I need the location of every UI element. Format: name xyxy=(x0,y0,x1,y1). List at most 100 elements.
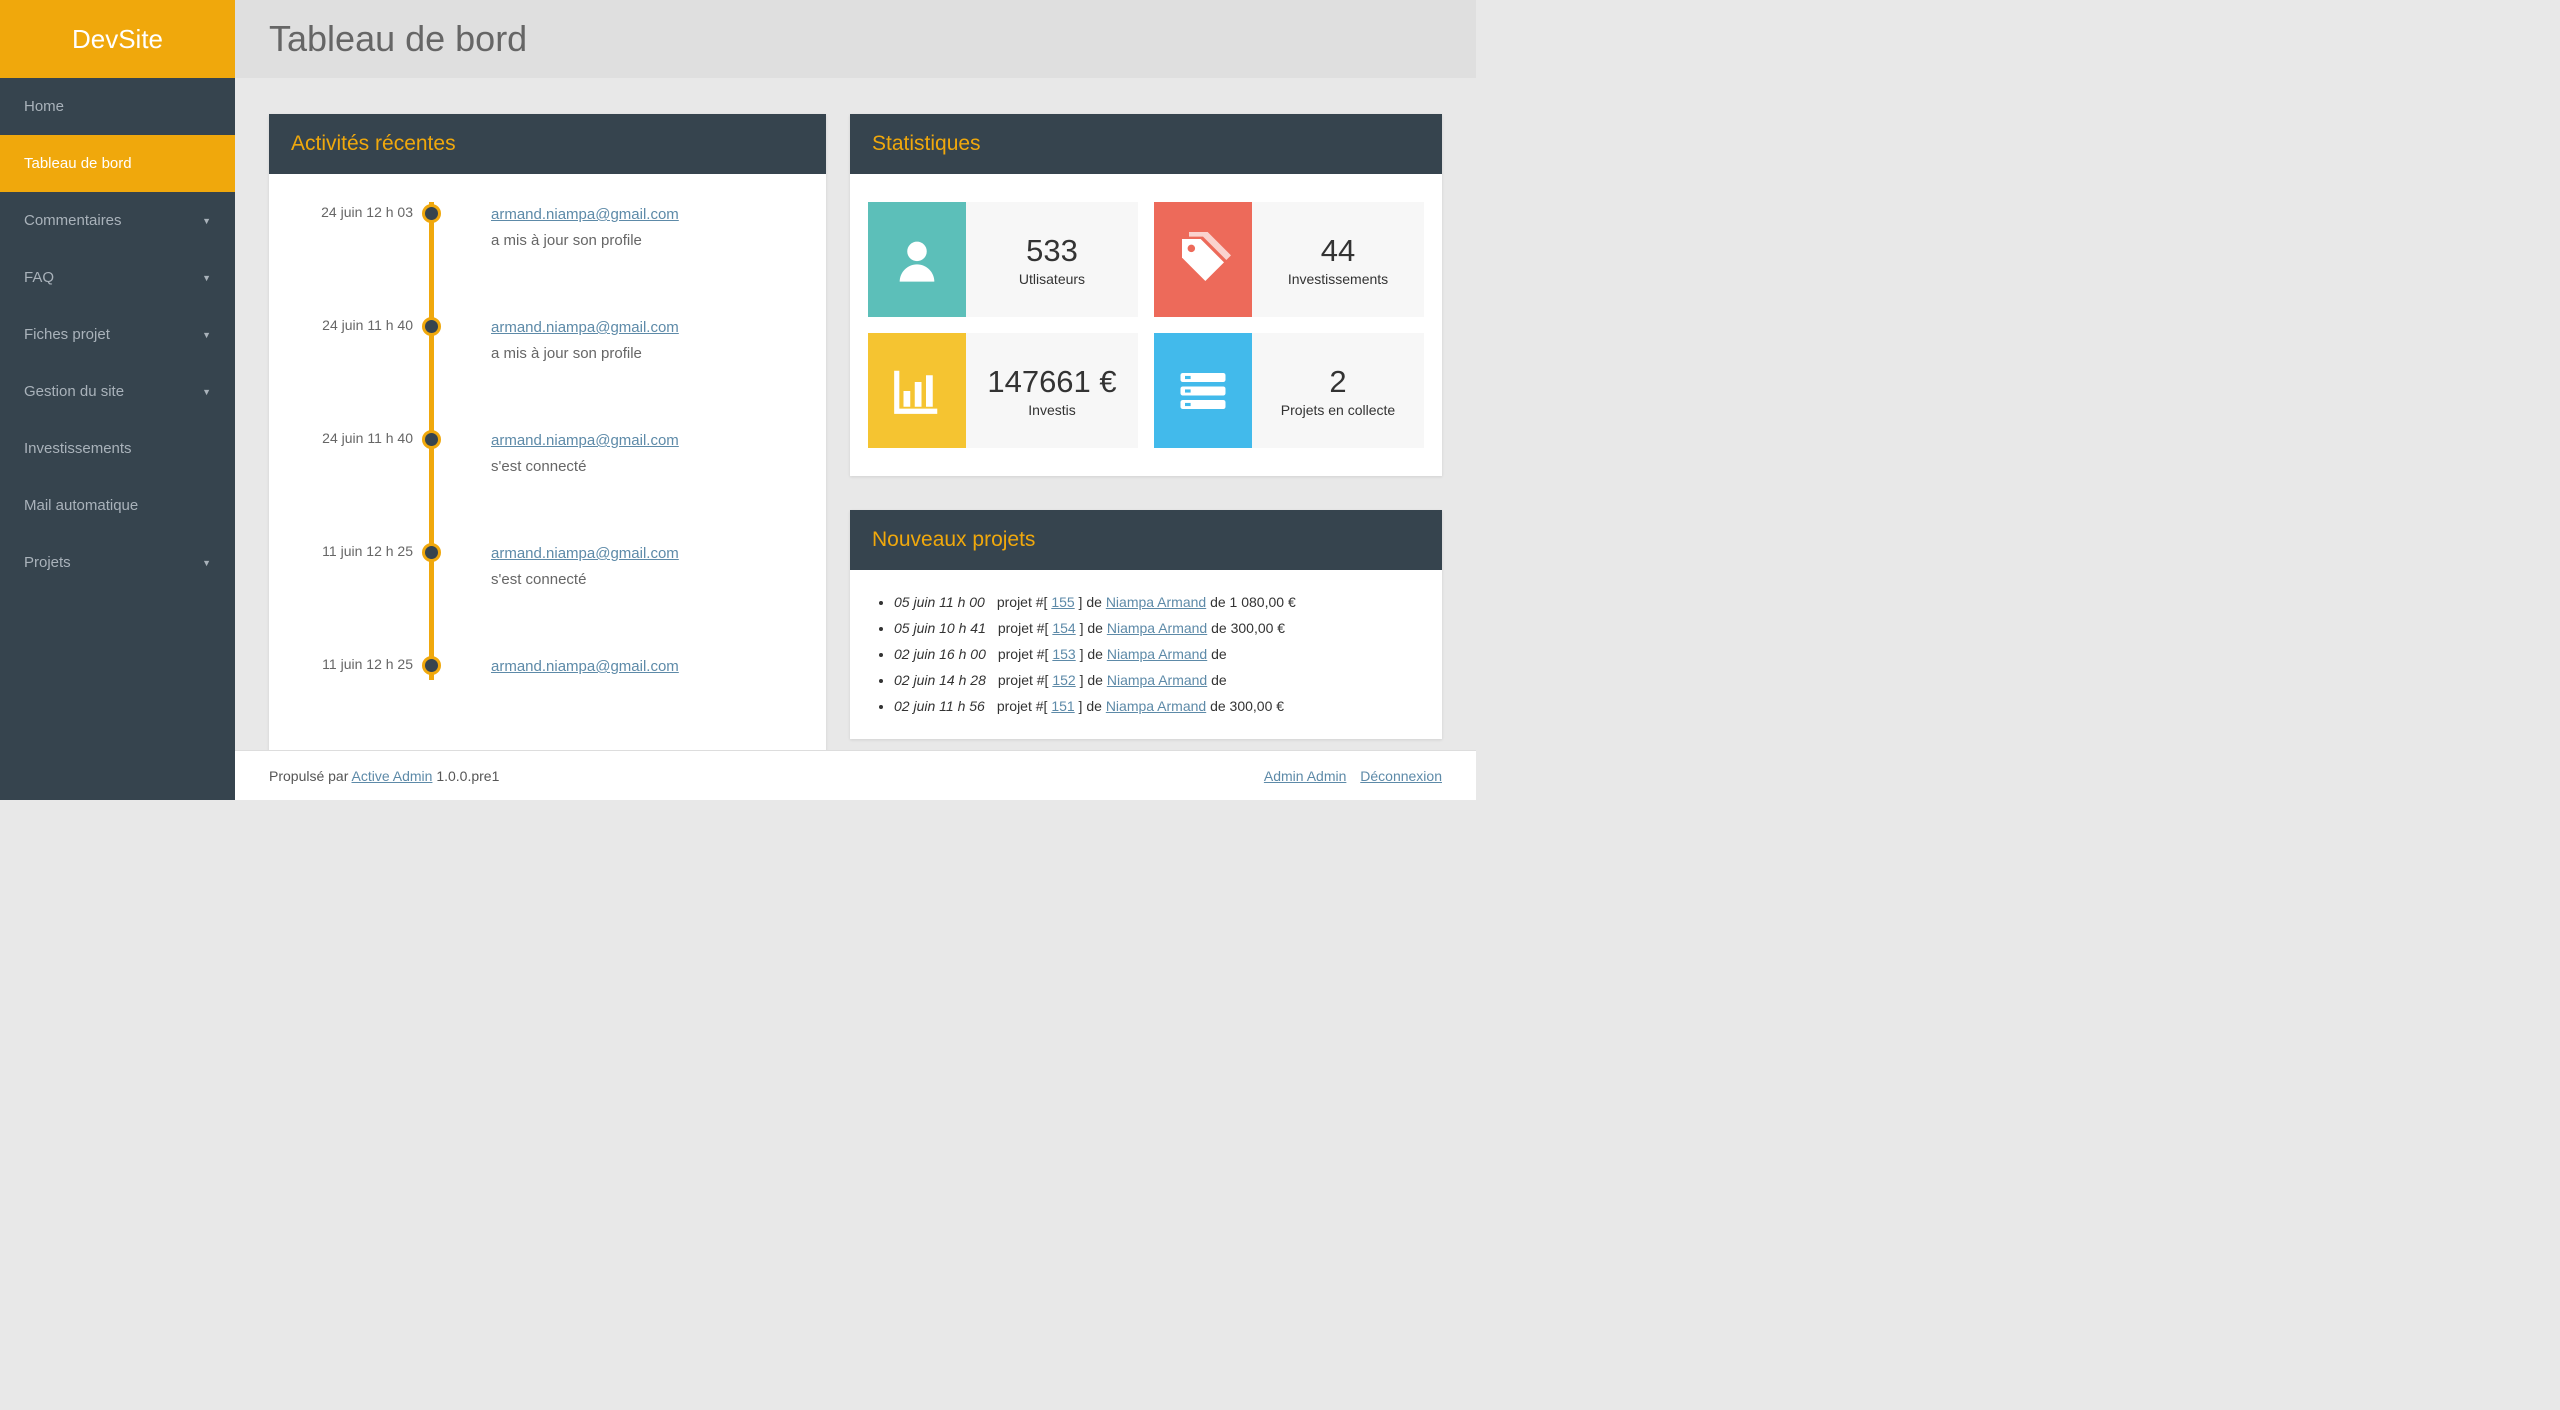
project-prefix: projet #[ xyxy=(998,620,1052,636)
project-mid: ] de xyxy=(1076,620,1107,636)
activity-date: 24 juin 11 h 40 xyxy=(289,315,413,366)
nav-item-label: Projets xyxy=(24,554,71,571)
project-id-link[interactable]: 152 xyxy=(1052,672,1075,688)
activity-action: s'est connecté xyxy=(491,458,586,475)
activity-user-link[interactable]: armand.niampa@gmail.com xyxy=(491,432,679,449)
nav-item-home[interactable]: Home xyxy=(0,78,235,135)
project-date: 05 juin 11 h 00 xyxy=(894,594,985,610)
activity-action: a mis à jour son profile xyxy=(491,345,642,362)
activity-date: 24 juin 12 h 03 xyxy=(289,202,413,253)
sidebar: DevSite Home Tableau de bord Commentaires ▼… xyxy=(0,0,235,800)
topbar: Tableau de bord xyxy=(235,0,1476,78)
activity-date: 11 juin 12 h 25 xyxy=(289,541,413,592)
project-item: 02 juin 14 h 28projet #[ 152 ] de Niampa… xyxy=(894,668,1416,694)
project-prefix: projet #[ xyxy=(998,646,1052,662)
project-mid: ] de xyxy=(1076,672,1107,688)
project-date: 02 juin 11 h 56 xyxy=(894,698,985,714)
timeline-item: 24 juin 12 h 03armand.niampa@gmail.coma … xyxy=(289,202,806,253)
timeline-dot-icon xyxy=(422,543,441,562)
chevron-down-icon: ▼ xyxy=(202,216,211,226)
project-suffix: de 300,00 € xyxy=(1207,620,1285,636)
footer-powered-prefix: Propulsé par xyxy=(269,768,352,784)
nav-item-projets[interactable]: Projets ▼ xyxy=(0,534,235,591)
timeline-dot-icon xyxy=(422,317,441,336)
stat-value: 533 xyxy=(1026,233,1078,269)
timeline-item: 24 juin 11 h 40 armand.niampa@gmail.com a … xyxy=(289,315,806,366)
chevron-down-icon: ▼ xyxy=(202,558,211,568)
brand-logo[interactable]: DevSite xyxy=(0,0,235,78)
stat-value: 2 xyxy=(1329,364,1346,400)
footer-powered-link[interactable]: Active Admin xyxy=(352,768,433,784)
project-owner-link[interactable]: Niampa Armand xyxy=(1106,594,1206,610)
stat-info: 44 Investissements xyxy=(1252,202,1424,317)
page-title: Tableau de bord xyxy=(269,18,527,60)
project-owner-link[interactable]: Niampa Armand xyxy=(1107,620,1207,636)
stat-card-investissements[interactable]: 44 Investissements xyxy=(1154,202,1424,317)
project-prefix: projet #[ xyxy=(997,698,1051,714)
activities-panel: Activités récentes 24 juin 12 h 03 armand… xyxy=(269,114,826,750)
nav-item-label: Home xyxy=(24,98,64,115)
stats-title: Statistiques xyxy=(850,114,1442,174)
timeline-dot-icon xyxy=(422,204,441,223)
nav-item-commentaires[interactable]: Commentaires ▼ xyxy=(0,192,235,249)
project-owner-link[interactable]: Niampa Armand xyxy=(1106,698,1206,714)
nav-item-label: Commentaires xyxy=(24,212,122,229)
project-id-link[interactable]: 151 xyxy=(1051,698,1074,714)
stat-value: 44 xyxy=(1321,233,1355,269)
projects-panel: Nouveaux projets 05 juin 11 h 00 projet #… xyxy=(850,510,1442,739)
project-mid: ] de xyxy=(1075,698,1106,714)
nav-item-investissements[interactable]: Investissements xyxy=(0,420,235,477)
stat-value: 147661 € xyxy=(987,364,1116,400)
stat-label: Projets en collecte xyxy=(1281,402,1395,418)
footer: Propulsé par Active Admin 1.0.0.pre1 Adm… xyxy=(235,750,1476,800)
nav-item-mail-automatique[interactable]: Mail automatique xyxy=(0,477,235,534)
activity-user-link[interactable]: armand.niampa@gmail.com xyxy=(491,319,679,336)
projects-title: Nouveaux projets xyxy=(850,510,1442,570)
project-id-link[interactable]: 153 xyxy=(1052,646,1075,662)
nav-item-label: Fiches projet xyxy=(24,326,110,343)
stat-card-utlisateurs[interactable]: 533 Utlisateurs xyxy=(868,202,1138,317)
nav-item-gestion-du-site[interactable]: Gestion du site▼ xyxy=(0,363,235,420)
timeline-dot-icon xyxy=(422,656,441,675)
project-item: 02 juin 16 h 00projet #[ 153 ] de Niampa… xyxy=(894,642,1416,668)
stat-card-projets-en-collecte[interactable]: 2 Projets en collecte xyxy=(1154,333,1424,448)
timeline-item: 11 juin 12 h 25armand.niampa@gmail.coms'… xyxy=(289,541,806,592)
project-date: 05 juin 10 h 41 xyxy=(894,620,986,636)
chart-icon xyxy=(868,333,966,448)
activity-user-link[interactable]: armand.niampa@gmail.com xyxy=(491,658,679,675)
stat-info: 147661 €Investis xyxy=(966,333,1138,448)
nav-item-tableau-de-bord[interactable]: Tableau de bord xyxy=(0,135,235,192)
project-id-link[interactable]: 155 xyxy=(1051,594,1074,610)
stat-info: 2 Projets en collecte xyxy=(1252,333,1424,448)
footer-user-link[interactable]: Admin Admin xyxy=(1264,768,1346,784)
nav-item-label: Investissements xyxy=(24,440,132,457)
user-icon xyxy=(868,202,966,317)
project-owner-link[interactable]: Niampa Armand xyxy=(1107,646,1207,662)
stats-grid: 533 Utlisateurs 44 Investissements 147661 €I… xyxy=(850,174,1442,476)
nav-item-fiches-projet[interactable]: Fiches projet▼ xyxy=(0,306,235,363)
timeline-dot-icon xyxy=(422,430,441,449)
stat-label: Utlisateurs xyxy=(1019,271,1085,287)
stat-label: Investissements xyxy=(1288,271,1388,287)
project-item: 05 juin 10 h 41 projet #[ 154 ] de Niampa… xyxy=(894,616,1416,642)
nav-item-faq[interactable]: FAQ ▼ xyxy=(0,249,235,306)
stat-card-investis[interactable]: 147661 €Investis xyxy=(868,333,1138,448)
timeline: 24 juin 12 h 03 armand.niampa@gmail.com a … xyxy=(289,202,806,680)
nav: Home Tableau de bord Commentaires ▼ FAQ ▼ Fich… xyxy=(0,78,235,800)
project-item: 02 juin 11 h 56 projet #[ 151 ] de Niampa… xyxy=(894,694,1416,720)
project-suffix: de xyxy=(1207,646,1226,662)
project-owner-link[interactable]: Niampa Armand xyxy=(1107,672,1207,688)
project-prefix: projet #[ xyxy=(998,672,1052,688)
project-suffix: de xyxy=(1207,672,1226,688)
projects-list: 05 juin 11 h 00 projet #[ 155 ] de Niampa… xyxy=(876,590,1416,719)
nav-item-label: FAQ xyxy=(24,269,54,286)
chevron-down-icon: ▼ xyxy=(202,387,211,397)
main-area: Tableau de bord Activités récentes 24 ju… xyxy=(235,0,1476,800)
activities-title: Activités récentes xyxy=(269,114,826,174)
chevron-down-icon: ▼ xyxy=(202,273,211,283)
stat-info: 533 Utlisateurs xyxy=(966,202,1138,317)
project-id-link[interactable]: 154 xyxy=(1052,620,1075,636)
activity-user-link[interactable]: armand.niampa@gmail.com xyxy=(491,545,679,562)
activity-user-link[interactable]: armand.niampa@gmail.com xyxy=(491,206,679,223)
footer-logout-link[interactable]: Déconnexion xyxy=(1360,768,1442,784)
